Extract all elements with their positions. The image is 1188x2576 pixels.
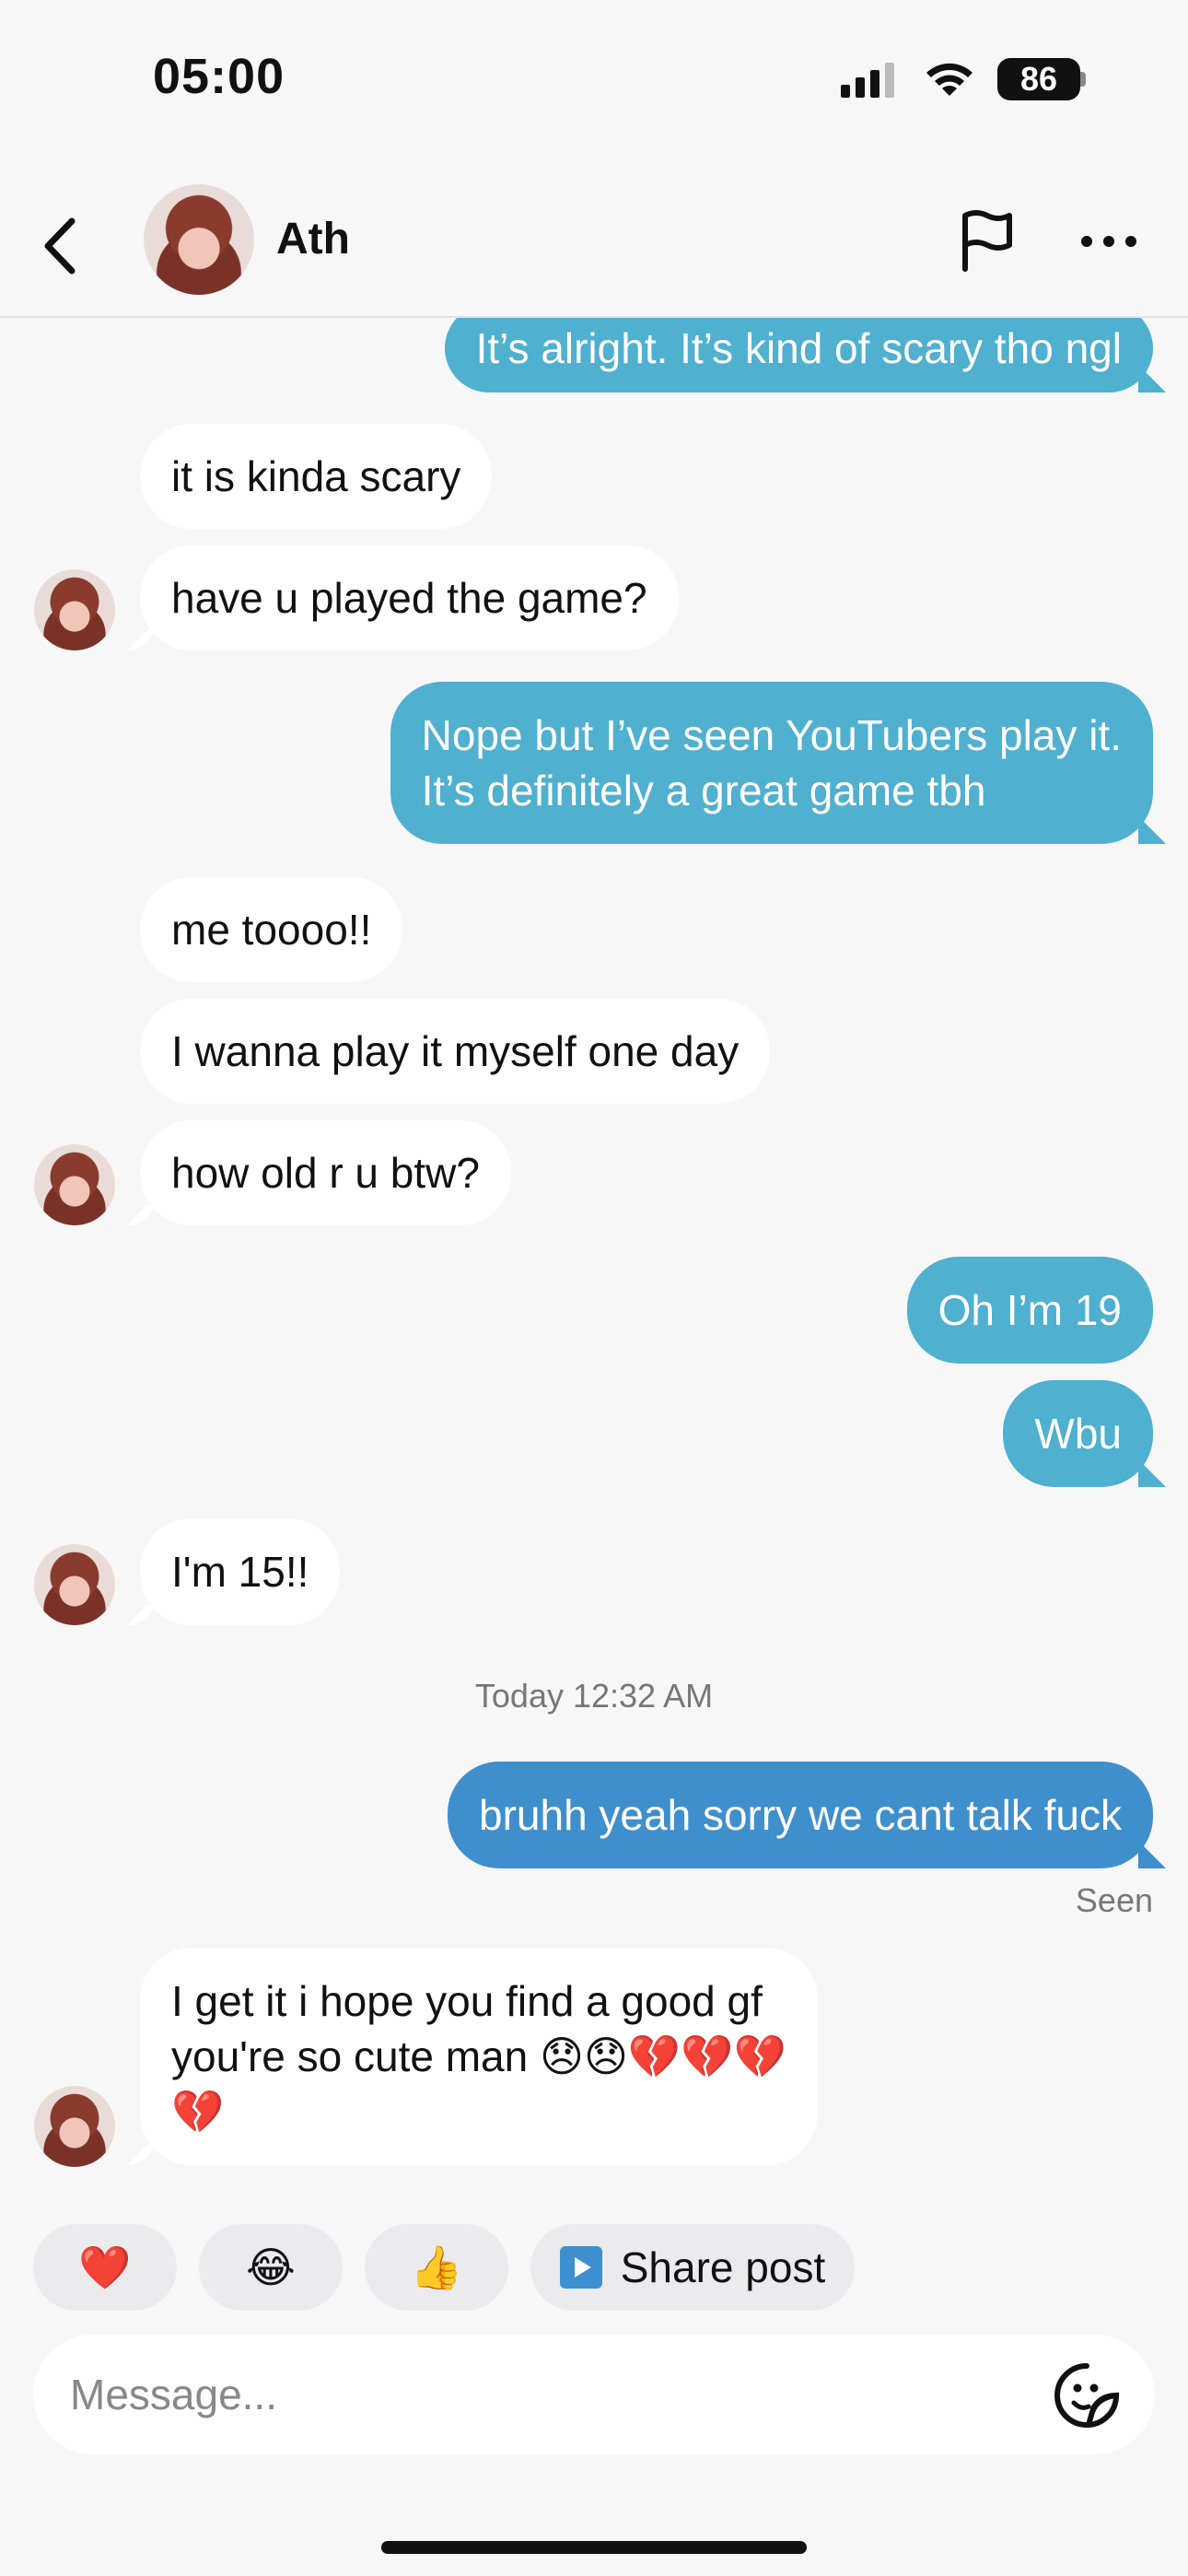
contact-avatar-small[interactable] xyxy=(34,1544,115,1625)
quick-reaction-laugh[interactable]: 😂 xyxy=(199,2224,343,2311)
chat-screen: 05:00 86 Ath It’s alright. It’s kind of … xyxy=(0,0,1188,2576)
message-bubble-outgoing[interactable]: bruhh yeah sorry we cant talk fuck xyxy=(448,1762,1153,1868)
message-text: Oh I’m 19 xyxy=(938,1282,1122,1338)
message-text-line: you're so cute man 😞😞💔💔💔 xyxy=(171,2029,786,2084)
message-bubble-incoming[interactable]: how old r u btw? xyxy=(140,1120,511,1225)
message-bubble-incoming[interactable]: I get it i hope you find a good gf you'r… xyxy=(140,1948,818,2165)
share-post-button[interactable]: Share post xyxy=(530,2224,855,2311)
message-bubble-incoming[interactable]: I wanna play it myself one day xyxy=(140,999,770,1104)
chat-header: Ath xyxy=(0,175,1188,318)
message-bubble-outgoing[interactable]: Nope but I’ve seen YouTubers play it. It… xyxy=(390,682,1153,844)
heart-emoji-icon: ❤️ xyxy=(78,2242,131,2293)
seen-indicator: Seen xyxy=(1076,1881,1153,1920)
message-text: have u played the game? xyxy=(171,570,647,626)
home-indicator[interactable] xyxy=(381,2541,807,2554)
message-timestamp: Today 12:32 AM xyxy=(0,1677,1188,1715)
sticker-icon[interactable] xyxy=(1052,2360,1122,2430)
thumbs-up-emoji-icon: 👍 xyxy=(410,2242,462,2293)
contact-avatar-small[interactable] xyxy=(34,2086,115,2167)
play-icon xyxy=(560,2246,602,2289)
battery-tip xyxy=(1080,72,1086,87)
message-text: It’s alright. It’s kind of scary tho ngl xyxy=(476,321,1122,376)
message-text: me toooo!! xyxy=(171,902,371,957)
share-post-label: Share post xyxy=(621,2242,825,2292)
message-composer xyxy=(33,2335,1155,2454)
message-text-line: I get it i hope you find a good gf xyxy=(171,1973,763,2029)
contact-avatar[interactable] xyxy=(144,184,254,295)
contact-avatar-small[interactable] xyxy=(34,1144,115,1225)
quick-reaction-heart[interactable]: ❤️ xyxy=(33,2224,177,2311)
message-bubble-incoming[interactable]: me toooo!! xyxy=(140,877,402,982)
message-bubble-incoming[interactable]: it is kinda scary xyxy=(140,424,492,529)
message-text: how old r u btw? xyxy=(171,1145,480,1200)
message-bubble-outgoing[interactable]: Wbu xyxy=(1003,1380,1153,1487)
message-text: bruhh yeah sorry we cant talk fuck xyxy=(479,1787,1122,1843)
message-text: Wbu xyxy=(1034,1406,1122,1461)
message-text-line: 💔 xyxy=(171,2084,224,2139)
status-time: 05:00 xyxy=(153,48,285,105)
message-text-line: It’s definitely a great game tbh xyxy=(422,763,986,818)
message-bubble-outgoing[interactable]: Oh I’m 19 xyxy=(907,1257,1153,1364)
cellular-signal-icon xyxy=(841,63,894,98)
message-text-line: Nope but I’ve seen YouTubers play it. xyxy=(422,708,1122,763)
more-options-icon[interactable] xyxy=(1079,232,1138,251)
message-bubble-incoming[interactable]: I'm 15!! xyxy=(140,1518,340,1625)
flag-report-icon[interactable] xyxy=(958,208,1017,273)
back-arrow-icon[interactable] xyxy=(39,214,85,278)
message-bubble-incoming[interactable]: have u played the game? xyxy=(140,545,679,650)
message-text: it is kinda scary xyxy=(171,449,460,504)
message-text: I'm 15!! xyxy=(171,1544,309,1599)
message-input[interactable] xyxy=(70,2335,991,2454)
contact-name[interactable]: Ath xyxy=(276,214,350,264)
contact-avatar-small[interactable] xyxy=(34,569,115,650)
laughing-emoji-icon: 😂 xyxy=(246,2242,296,2292)
wifi-icon xyxy=(923,57,976,100)
message-text: I wanna play it myself one day xyxy=(171,1024,739,1079)
battery-indicator: 86 xyxy=(997,58,1080,100)
quick-reaction-thumbs-up[interactable]: 👍 xyxy=(365,2224,508,2311)
